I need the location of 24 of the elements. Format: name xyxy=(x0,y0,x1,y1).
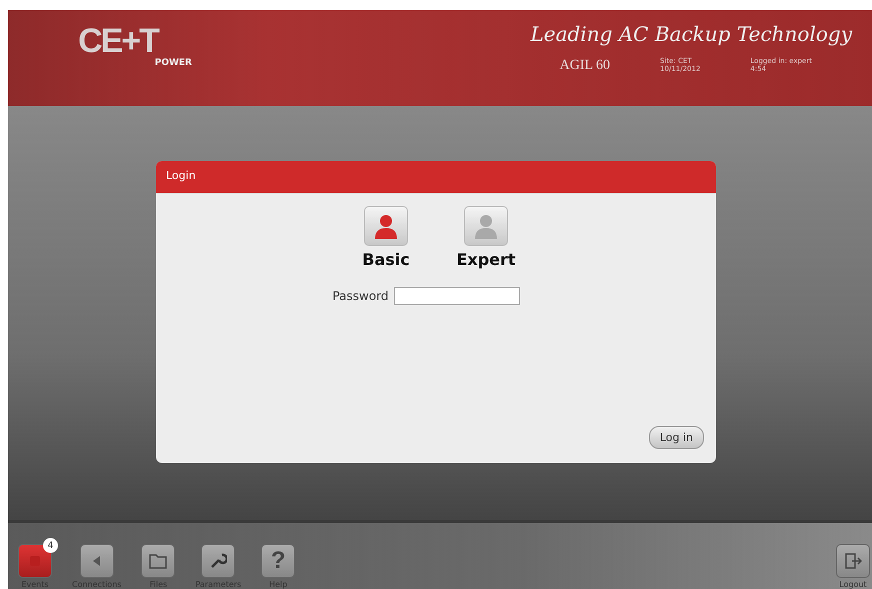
folder-icon xyxy=(149,553,168,569)
toolbar-label: Logout xyxy=(839,580,867,589)
password-field[interactable] xyxy=(394,287,520,305)
toolbar-button[interactable] xyxy=(201,544,236,578)
person-icon xyxy=(473,213,499,239)
user-label: Basic xyxy=(362,250,410,269)
exit-icon xyxy=(844,552,862,570)
question-mark-icon: ? xyxy=(270,547,286,575)
product-name: AGIL 60 xyxy=(560,58,610,74)
count-badge: 4 xyxy=(43,538,58,553)
company-logo: CE+T xyxy=(78,24,158,58)
dialog-title: Login xyxy=(166,169,196,182)
person-icon xyxy=(373,213,399,239)
toolbar-button[interactable]: ? xyxy=(261,544,296,578)
logo-subtitle: POWER xyxy=(154,58,192,68)
wrench-icon xyxy=(209,552,228,570)
toolbar-button[interactable] xyxy=(80,544,114,578)
logout-button[interactable] xyxy=(836,544,870,578)
password-label: Password xyxy=(332,289,389,303)
user-button[interactable] xyxy=(364,206,408,246)
user-label: Expert xyxy=(456,250,516,269)
toolbar-button[interactable] xyxy=(141,544,176,578)
login-button[interactable]: Log in xyxy=(648,426,704,449)
slogan: Leading AC Backup Technology xyxy=(530,22,852,46)
